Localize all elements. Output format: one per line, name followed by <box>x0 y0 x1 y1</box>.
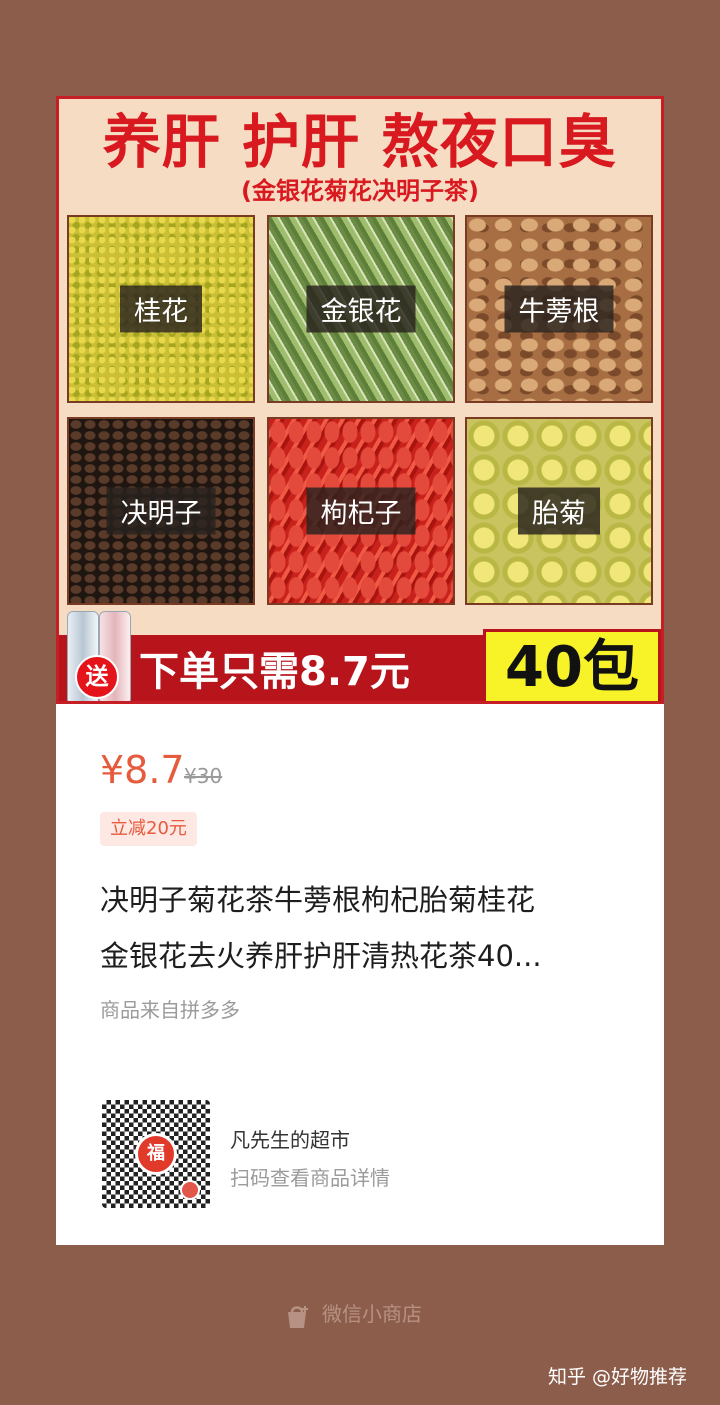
current-price: ¥8.7 <box>100 748 185 792</box>
wechat-store-brand: 微信小商店 <box>282 1296 422 1332</box>
promo-strip: 送 下单只需8.7元 40包 <box>59 611 661 701</box>
product-banner-image[interactable]: 养肝 护肝 熬夜口臭 (金银花菊花决明子茶) 桂花 金银花 牛蒡根 决明子 枸杞… <box>56 96 664 704</box>
tile-label: 决明子 <box>106 487 216 535</box>
tile-label: 金银花 <box>306 285 416 333</box>
promo-text: 下单只需8.7元 <box>139 649 410 695</box>
tile-goji: 枸杞子 <box>267 417 455 605</box>
shopping-bag-icon <box>288 1305 308 1328</box>
tile-chrysanthemum: 胎菊 <box>465 417 653 605</box>
product-card[interactable]: 养肝 护肝 熬夜口臭 (金银花菊花决明子茶) 桂花 金银花 牛蒡根 决明子 枸杞… <box>56 96 664 1245</box>
product-title[interactable]: 决明子菊花茶牛蒡根枸杞胎菊桂花 金银花去火养肝护肝清热花茶40... <box>100 872 630 984</box>
shop-badge-icon <box>180 1180 200 1200</box>
product-source: 商品来自拼多多 <box>100 998 240 1022</box>
tile-honeysuckle: 金银花 <box>267 215 455 403</box>
shop-name: 凡先生的超市 <box>230 1128 350 1152</box>
tile-osmanthus: 桂花 <box>67 215 255 403</box>
product-title-line: 金银花去火养肝护肝清热花茶40... <box>100 939 542 973</box>
zhihu-watermark: 知乎 @好物推荐 <box>548 1366 688 1388</box>
scan-hint: 扫码查看商品详情 <box>230 1166 390 1190</box>
tile-label: 牛蒡根 <box>504 285 614 333</box>
tile-burdock: 牛蒡根 <box>465 215 653 403</box>
tile-label: 胎菊 <box>518 487 600 535</box>
discount-badge: 立减20元 <box>100 812 197 846</box>
brand-label: 微信小商店 <box>322 1302 422 1326</box>
gift-badge: 送 <box>75 655 119 699</box>
banner-title: 养肝 护肝 熬夜口臭 <box>102 108 618 176</box>
tile-label: 枸杞子 <box>306 487 416 535</box>
tile-cassia-seed: 决明子 <box>67 417 255 605</box>
banner-subtitle: (金银花菊花决明子茶) <box>241 177 479 205</box>
original-price: ¥30 <box>184 764 223 788</box>
qr-center-fu: 福 <box>135 1133 177 1175</box>
pack-count: 40包 <box>483 629 661 701</box>
product-title-line: 决明子菊花茶牛蒡根枸杞胎菊桂花 <box>100 883 536 917</box>
shop-qr-code[interactable]: 福 <box>102 1100 210 1208</box>
tile-label: 桂花 <box>120 285 202 333</box>
